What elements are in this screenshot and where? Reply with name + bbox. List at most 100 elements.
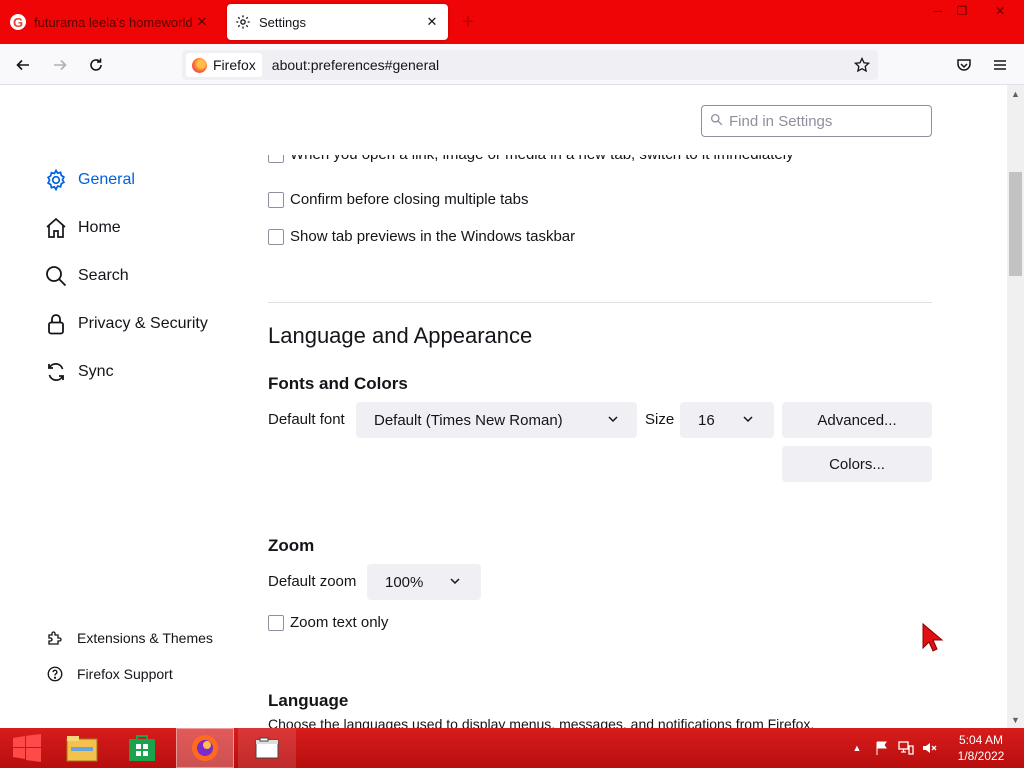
- default-zoom-select[interactable]: 100%: [367, 564, 481, 600]
- sidebar-item-label: Privacy & Security: [78, 315, 208, 332]
- url-text[interactable]: about:preferences#general: [272, 57, 439, 73]
- sidebar-item-search[interactable]: Search: [44, 264, 129, 288]
- sidebar-item-privacy-security[interactable]: Privacy & Security: [44, 312, 208, 336]
- extensions-themes-label: Extensions & Themes: [77, 630, 213, 646]
- sidebar-item-label: Search: [78, 267, 129, 284]
- firefox-icon: [192, 735, 218, 761]
- tab-title: futurama leela's homeworld -: [34, 14, 192, 30]
- fonts-colors-heading: Fonts and Colors: [268, 374, 408, 393]
- restore-button[interactable]: ❐: [948, 0, 976, 22]
- tab-settings[interactable]: Settings ✕: [227, 4, 448, 40]
- pocket-icon[interactable]: [951, 52, 977, 78]
- firefox-support-link[interactable]: Firefox Support: [46, 665, 173, 683]
- find-in-settings-input[interactable]: Find in Settings: [701, 105, 932, 137]
- tab-previews-label: Show tab previews in the Windows taskbar: [290, 228, 576, 245]
- taskbar: ▲ 5:04 AM 1/8/2022: [0, 728, 1024, 768]
- menu-icon[interactable]: [987, 52, 1013, 78]
- start-icon[interactable]: [4, 728, 50, 768]
- sidebar-item-home[interactable]: Home: [44, 216, 121, 240]
- identity-box[interactable]: Firefox: [186, 53, 262, 77]
- switch-to-new-tab-label: When you open a link, image or media in …: [290, 155, 794, 163]
- sidebar-item-sync[interactable]: Sync: [44, 360, 114, 384]
- tab-title: Settings: [259, 14, 306, 30]
- language-heading: Language: [268, 691, 349, 710]
- flag-icon[interactable]: [872, 728, 892, 768]
- default-zoom-label: Default zoom: [268, 573, 357, 590]
- back-button[interactable]: [10, 52, 36, 78]
- search-icon: [44, 264, 68, 288]
- sidebar-item-label: General: [78, 171, 135, 188]
- navigation-toolbar: Firefox about:preferences#general: [0, 44, 1024, 85]
- url-bar[interactable]: Firefox about:preferences#general: [182, 50, 878, 80]
- search-icon: [710, 113, 723, 130]
- switch-to-new-tab-option[interactable]: When you open a link, image or media in …: [268, 155, 794, 165]
- gear-icon: [44, 168, 68, 192]
- window-icon[interactable]: [238, 728, 296, 768]
- tab-previews-checkbox[interactable]: [268, 228, 284, 245]
- chevron-down-icon: [607, 413, 619, 425]
- tab-strip: G futurama leela's homeworld - ✕ Setting…: [0, 0, 1024, 44]
- fonts-advanced-button[interactable]: Advanced...: [782, 402, 932, 438]
- default-font-label: Default font: [268, 411, 345, 428]
- bookmark-star-icon[interactable]: [852, 55, 872, 75]
- file-explorer-icon[interactable]: [56, 728, 108, 768]
- close-tab-icon[interactable]: ✕: [192, 12, 212, 32]
- sync-icon: [44, 360, 68, 384]
- confirm-close-label: Confirm before closing multiple tabs: [290, 191, 529, 208]
- language-description: Choose the languages used to display men…: [268, 719, 815, 728]
- chevron-down-icon: [742, 413, 754, 425]
- clock-time: 5:04 AM: [958, 733, 1004, 747]
- forward-button[interactable]: [47, 52, 73, 78]
- zoom-heading: Zoom: [268, 536, 315, 555]
- default-zoom-value: 100%: [385, 573, 424, 591]
- section-divider: [268, 302, 932, 303]
- show-hidden-icons-icon[interactable]: ▲: [850, 728, 864, 768]
- default-font-select[interactable]: Default (Times New Roman): [356, 402, 637, 438]
- scroll-up-arrow-icon[interactable]: ▲: [1007, 85, 1024, 102]
- store-icon[interactable]: [116, 728, 168, 768]
- default-font-value: Default (Times New Roman): [374, 411, 563, 429]
- firefox-support-label: Firefox Support: [77, 666, 173, 682]
- gear-icon: [235, 14, 251, 30]
- network-icon[interactable]: [896, 728, 916, 768]
- scroll-down-arrow-icon[interactable]: ▼: [1007, 711, 1024, 728]
- clock-date: 1/8/2022: [957, 749, 1005, 763]
- google-icon: G: [10, 14, 26, 30]
- tab-previews-option[interactable]: Show tab previews in the Windows taskbar: [268, 228, 575, 245]
- lock-icon: [44, 312, 68, 336]
- chevron-down-icon: [449, 575, 461, 587]
- new-tab-button[interactable]: +: [456, 10, 480, 34]
- close-tab-icon[interactable]: ✕: [422, 12, 442, 32]
- font-size-select[interactable]: 16: [680, 402, 774, 438]
- zoom-text-only-checkbox[interactable]: [268, 614, 284, 631]
- mouse-pointer-icon: [922, 622, 944, 652]
- identity-label: Firefox: [213, 57, 256, 73]
- system-clock[interactable]: 5:04 AM 1/8/2022: [950, 732, 1012, 764]
- reload-button[interactable]: [83, 52, 109, 78]
- confirm-close-checkbox[interactable]: [268, 191, 284, 208]
- home-icon: [44, 216, 68, 240]
- find-placeholder: Find in Settings: [729, 112, 833, 130]
- volume-muted-icon[interactable]: [920, 728, 940, 768]
- confirm-close-option[interactable]: Confirm before closing multiple tabs: [268, 191, 528, 208]
- language-appearance-heading: Language and Appearance: [268, 323, 533, 348]
- scroll-thumb[interactable]: [1009, 172, 1022, 276]
- colors-button[interactable]: Colors...: [782, 446, 932, 482]
- firefox-icon: [192, 57, 207, 73]
- tab-google-search[interactable]: G futurama leela's homeworld - ✕: [4, 4, 218, 40]
- zoom-text-only-option[interactable]: Zoom text only: [268, 614, 388, 631]
- sidebar-item-label: Sync: [78, 363, 114, 380]
- zoom-text-only-label: Zoom text only: [290, 614, 389, 631]
- switch-to-new-tab-checkbox[interactable]: [268, 155, 284, 163]
- help-icon: [46, 665, 64, 683]
- vertical-scrollbar[interactable]: ▲ ▼: [1007, 85, 1024, 728]
- font-size-value: 16: [698, 411, 715, 429]
- sidebar-item-label: Home: [78, 219, 121, 236]
- font-size-label: Size: [645, 411, 675, 428]
- puzzle-icon: [46, 629, 64, 647]
- firefox-taskbar-button[interactable]: [176, 728, 234, 768]
- sidebar-item-general[interactable]: General: [44, 168, 135, 192]
- settings-page: Find in Settings General Home Search Pri…: [0, 85, 1007, 728]
- close-window-button[interactable]: ✕: [986, 0, 1014, 22]
- extensions-themes-link[interactable]: Extensions & Themes: [46, 629, 213, 647]
